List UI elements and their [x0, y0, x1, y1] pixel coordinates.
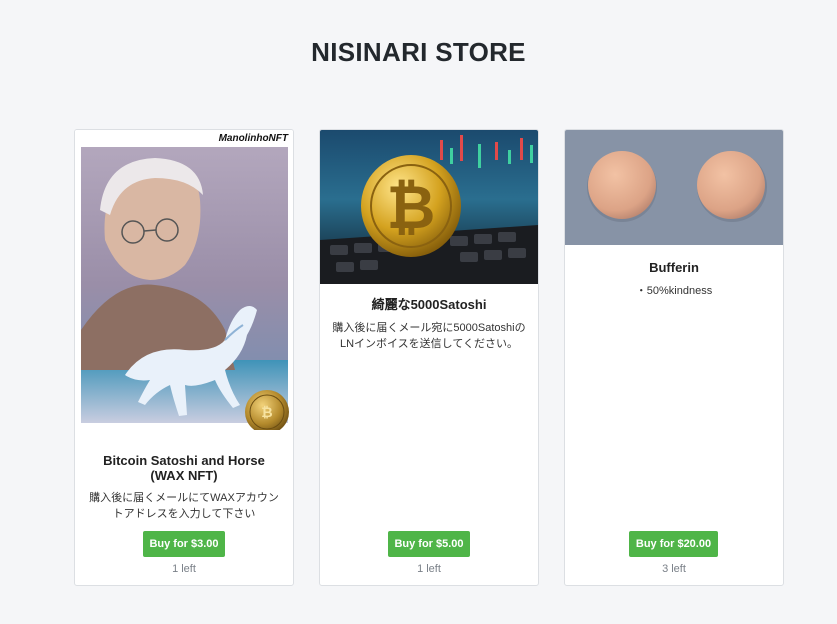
- product-card: ₿ 綺麗な5000Satoshi 購入後に届くメール宛に5000Satoshiの…: [319, 129, 539, 586]
- bitcoin-symbol-icon: ₿: [387, 174, 436, 241]
- product-name: Bufferin: [649, 260, 699, 275]
- product-card: ₿ ManolinhoNFT Bitcoin Satoshi and Horse…: [74, 129, 294, 586]
- store-title: NISINARI STORE: [311, 37, 526, 67]
- stock-count: 1 left: [172, 563, 196, 575]
- product-description: 購入後に届くメール宛に5000SatoshiのLNインボイスを送信してください。: [332, 322, 526, 350]
- product-description: 購入後に届くメールにてWAXアカウントアドレスを入力して下さい: [89, 492, 279, 520]
- watermark-text: ManolinhoNFT: [219, 133, 289, 144]
- product-image-pills[interactable]: [565, 130, 783, 245]
- buy-button[interactable]: Buy for $20.00: [629, 531, 718, 557]
- stock-count: 3 left: [662, 563, 686, 575]
- buy-button[interactable]: Buy for $5.00: [388, 531, 470, 557]
- buy-button[interactable]: Buy for $3.00: [143, 531, 225, 557]
- product-card: Bufferin ・50%kindness Buy for $20.00 3 l…: [564, 129, 784, 586]
- product-image-satoshi-horse[interactable]: ₿ ManolinhoNFT: [75, 130, 293, 430]
- stock-count: 1 left: [417, 563, 441, 575]
- product-name: 綺麗な5000Satoshi: [371, 297, 487, 312]
- product-description: ・50%kindness: [635, 285, 713, 297]
- product-image-bitcoin-coin[interactable]: ₿: [320, 130, 538, 284]
- svg-text:₿: ₿: [261, 404, 272, 420]
- product-name: Bitcoin Satoshi and Horse (WAX NFT): [103, 453, 265, 483]
